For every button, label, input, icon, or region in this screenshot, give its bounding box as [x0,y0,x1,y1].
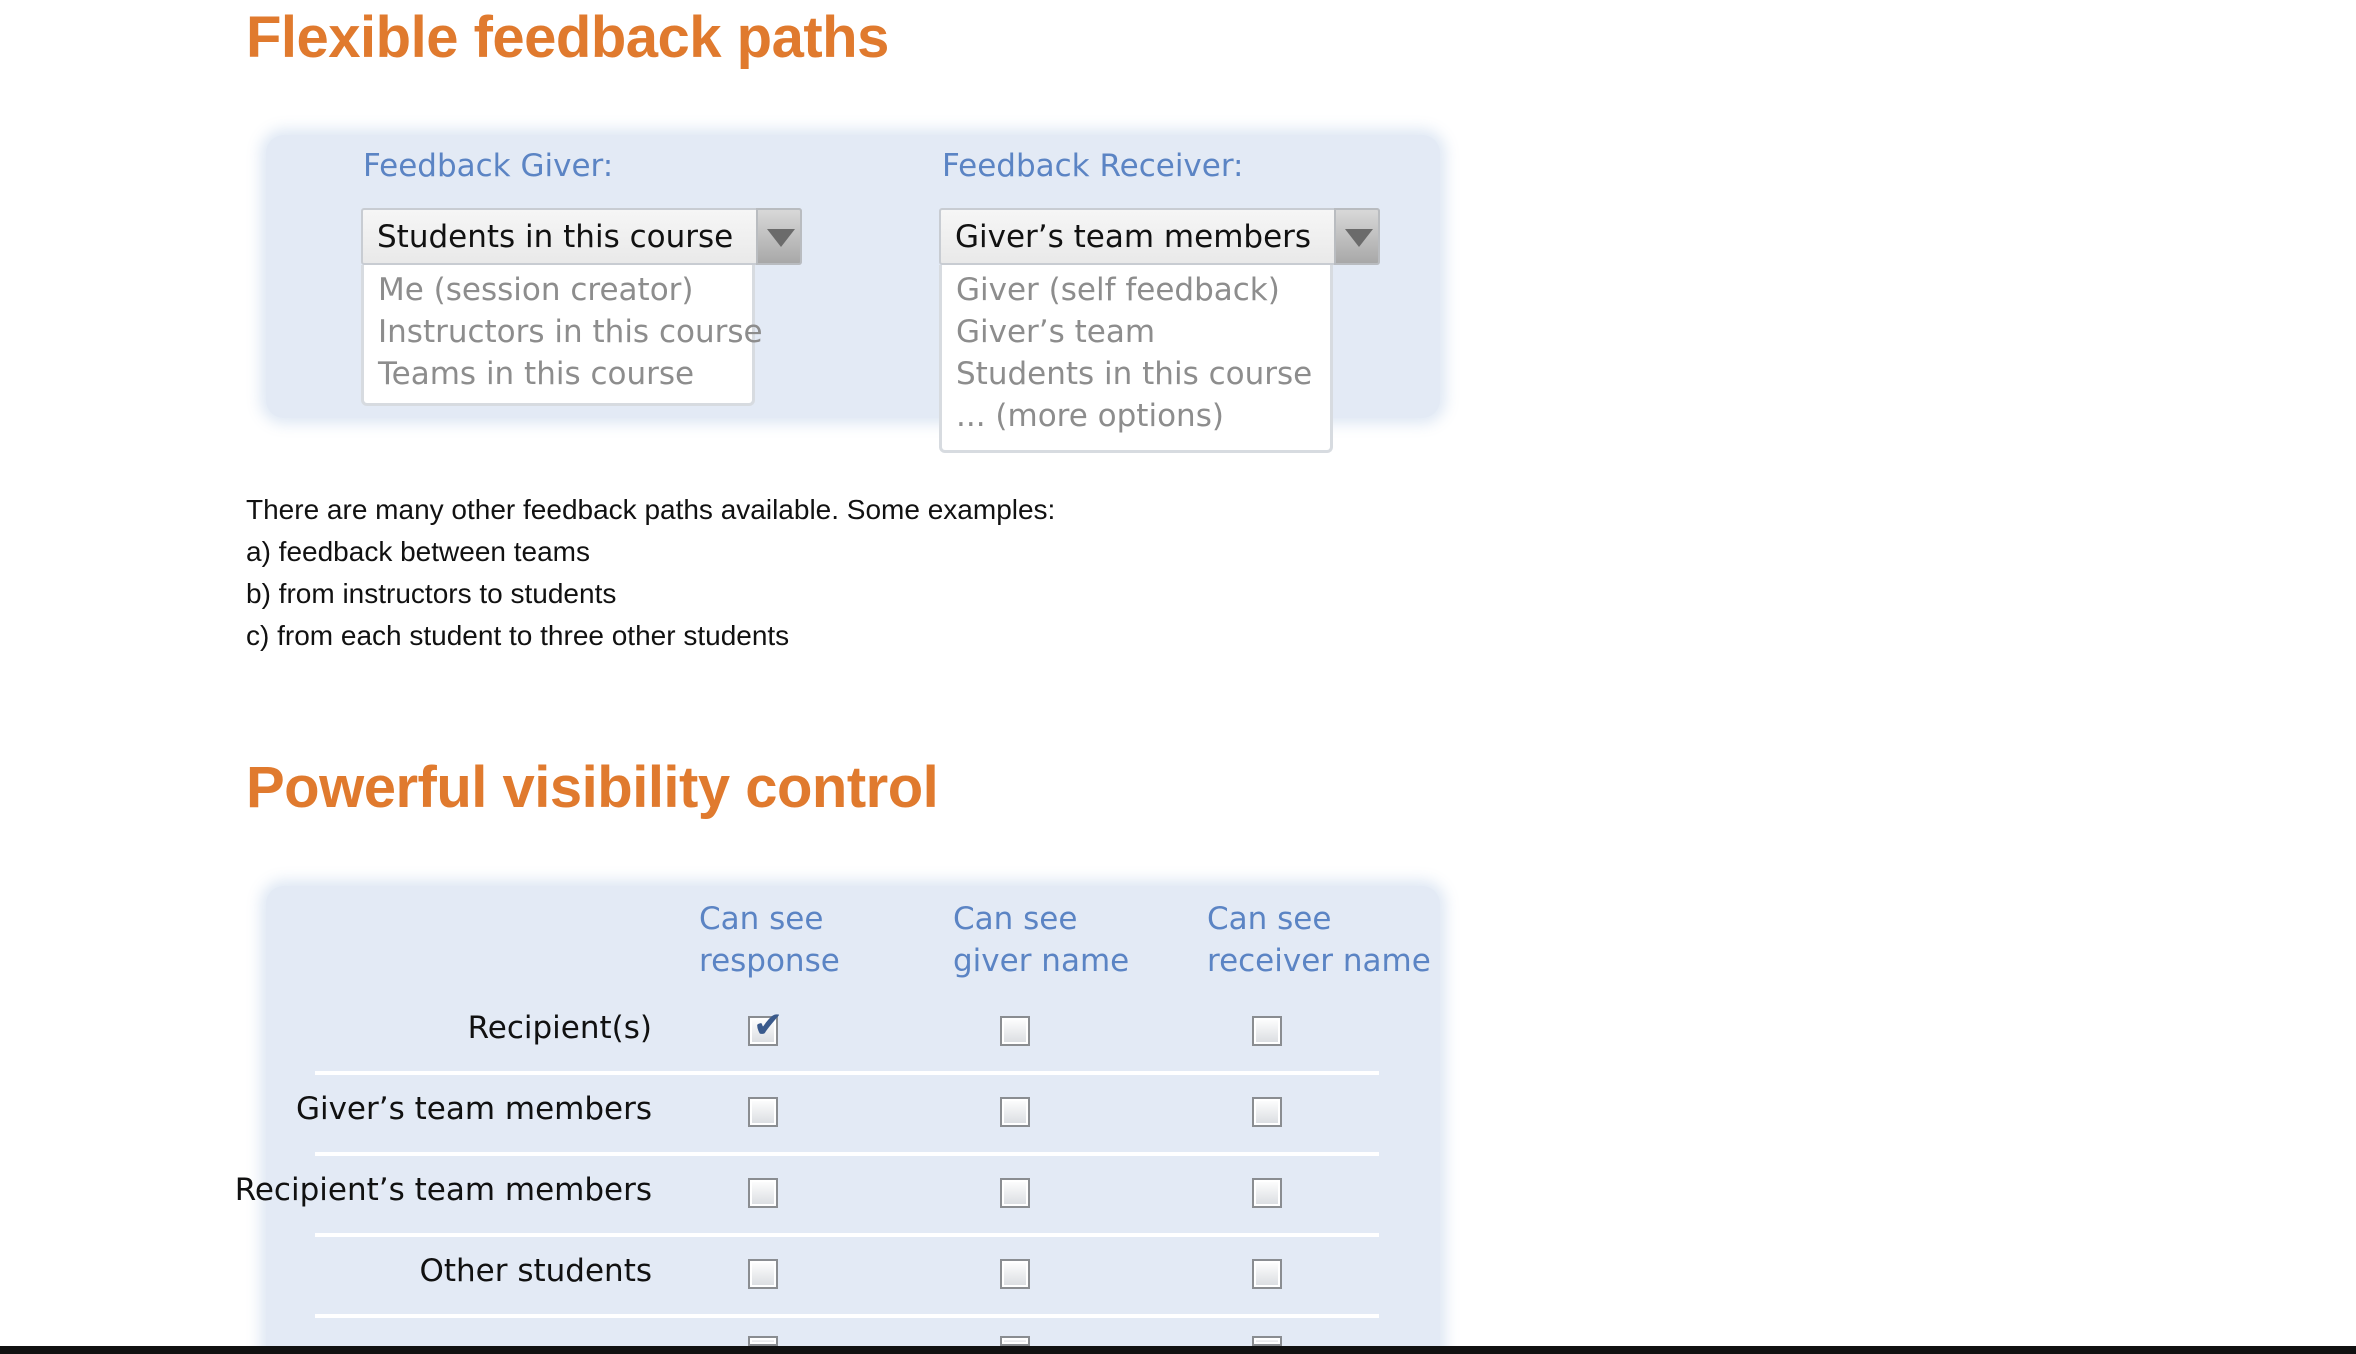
feedback-paths-example-a: a) feedback between teams [246,536,590,567]
feedback-receiver-label: Feedback Receiver: [942,148,1244,184]
visibility-checkbox[interactable] [1000,1097,1030,1127]
visibility-checkbox-partial[interactable] [1252,1336,1282,1346]
check-icon: ✔ [753,1005,784,1046]
feedback-giver-options-list: Me (session creator) Instructors in this… [361,265,763,406]
visibility-checkbox[interactable] [748,1097,778,1127]
column-header-line: Can see [953,901,1078,937]
feedback-giver-select[interactable]: Students in this course [361,208,802,265]
chevron-down-icon [767,229,795,247]
giver-option[interactable]: Me (session creator) [364,269,752,311]
visibility-checkbox-partial[interactable] [748,1336,778,1346]
bottom-edge-bar [0,1346,2356,1354]
visibility-checkbox[interactable] [1252,1178,1282,1208]
visibility-checkbox[interactable] [1000,1178,1030,1208]
visibility-checkbox[interactable] [1252,1016,1282,1046]
visibility-checkbox[interactable] [748,1259,778,1289]
giver-option[interactable]: Teams in this course [364,353,752,395]
row-divider [315,1233,1379,1237]
column-header-line: Can see [699,901,824,937]
row-label-recipients-team: Recipient’s team members [234,1172,652,1208]
visibility-checkbox[interactable]: ✔ [748,1008,783,1046]
row-label-other-students: Other students [419,1253,652,1289]
column-header-line: response [699,943,840,979]
receiver-option[interactable]: Students in this course [942,353,1330,395]
feedback-giver-label: Feedback Giver: [363,148,614,184]
receiver-option[interactable]: ... (more options) [942,395,1330,437]
feedback-giver-selected-value: Students in this course [377,219,734,255]
receiver-option[interactable]: Giver (self feedback) [942,269,1330,311]
column-header-line: Can see [1207,901,1332,937]
row-divider [315,1071,1379,1075]
feedback-paths-intro-text: There are many other feedback paths avai… [246,494,1056,525]
feedback-receiver-select[interactable]: Giver’s team members [939,208,1380,265]
row-label-recipients: Recipient(s) [467,1010,652,1046]
visibility-control-heading: Powerful visibility control [246,755,939,820]
visibility-checkbox[interactable] [748,1178,778,1208]
row-label-givers-team: Giver’s team members [295,1091,652,1127]
visibility-checkbox[interactable] [1252,1097,1282,1127]
visibility-checkbox-partial[interactable] [1000,1336,1030,1346]
chevron-down-icon [1345,229,1373,247]
giver-option[interactable]: Instructors in this course [364,311,763,353]
row-divider [315,1314,1379,1318]
visibility-checkbox[interactable] [1000,1259,1030,1289]
feedback-receiver-options-list: Giver (self feedback) Giver’s team Stude… [939,265,1333,453]
column-header-giver-name: Can see giver name [953,898,1129,982]
column-header-line: receiver name [1207,943,1431,979]
visibility-checkbox[interactable] [1000,1016,1030,1046]
feedback-receiver-dropdown-button[interactable] [1334,208,1380,265]
row-divider [315,1152,1379,1156]
visibility-checkbox[interactable] [1252,1259,1282,1289]
feedback-paths-heading: Flexible feedback paths [246,5,889,70]
feedback-paths-example-b: b) from instructors to students [246,578,617,609]
column-header-line: giver name [953,943,1130,979]
receiver-option[interactable]: Giver’s team [942,311,1330,353]
feedback-giver-dropdown-button[interactable] [756,208,802,265]
feedback-paths-example-c: c) from each student to three other stud… [246,620,790,651]
feedback-receiver-selected-value: Giver’s team members [955,219,1312,255]
column-header-response: Can see response [699,898,840,982]
column-header-receiver-name: Can see receiver name [1207,898,1431,982]
